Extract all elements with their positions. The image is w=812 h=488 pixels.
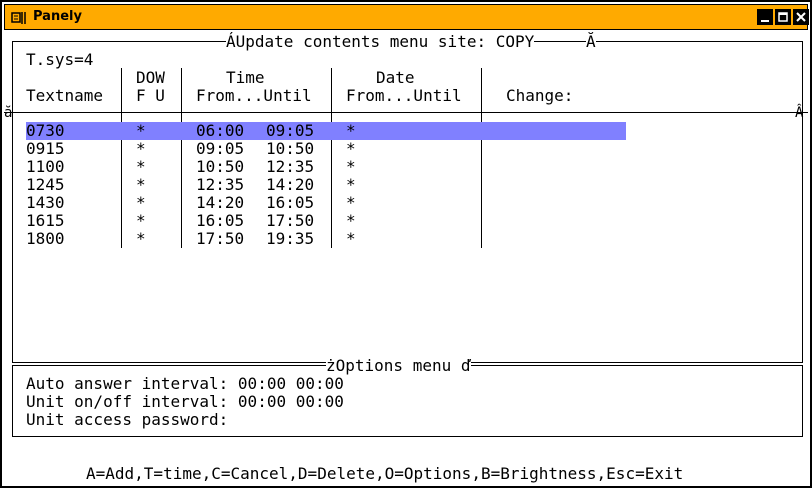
column-separator [121,68,122,248]
header-date-bottom: From...Until [346,86,462,105]
key-help-bar: A=Add,T=time,C=Cancel,D=Delete,O=Options… [86,464,684,483]
row-date: * [346,211,356,230]
row-time-until: 19:35 [266,229,315,248]
close-button[interactable] [793,9,809,25]
row-textname: 0915 [26,139,65,158]
side-marker-right: Â [795,105,804,121]
row-textname: 1800 [26,229,65,248]
frame-title: ÁUpdate contents menu site: COPY [226,32,535,51]
title-bar[interactable]: Panely [4,4,809,30]
row-time-from: 16:05 [196,211,245,230]
row-textname: 0730 [26,121,65,140]
row-time-until: 10:50 [266,139,315,158]
header-dow-bottom: F U [136,86,165,105]
header-time-bottom: From...Until [196,86,312,105]
row-time-from: 09:05 [196,139,245,158]
header-textname: Textname [26,86,104,105]
row-date: * [346,175,356,194]
unit-onoff-interval[interactable]: Unit on/off interval: 00:00 00:00 [26,393,344,411]
row-date: * [346,157,356,176]
row-time-from: 14:20 [196,193,245,212]
column-separator [481,68,482,248]
minimize-button[interactable] [757,9,773,25]
selected-row-highlight [26,122,626,140]
row-dow: * [136,139,146,158]
row-time-from: 12:35 [196,175,245,194]
row-textname: 1430 [26,193,65,212]
row-textname: 1615 [26,211,65,230]
header-change: Change: [506,86,574,105]
frame-title-marker: Ă [586,32,596,51]
row-dow: * [136,157,146,176]
header-date-top: Date [376,68,415,87]
column-separator [331,68,332,248]
row-time-until: 17:50 [266,211,315,230]
row-date: * [346,121,356,140]
unit-access-password[interactable]: Unit access password: [26,411,228,429]
row-time-from: 10:50 [196,157,245,176]
header-divider [4,112,808,113]
row-date: * [346,139,356,158]
app-icon [11,10,27,24]
header-dow-top: DOW [136,68,165,87]
auto-answer-interval[interactable]: Auto answer interval: 00:00 00:00 [26,375,344,393]
row-time-until: 16:05 [266,193,315,212]
options-menu-title: żOptions menu ď [326,356,471,375]
row-time-until: 14:20 [266,175,315,194]
column-separator [181,68,182,248]
row-time-from: 06:00 [196,121,245,140]
row-date: * [346,229,356,248]
row-dow: * [136,229,146,248]
window-title: Panely [33,9,82,24]
row-time-until: 09:05 [266,121,315,140]
tsys-label: T.sys=4 [26,50,94,69]
row-time-from: 17:50 [196,229,245,248]
row-dow: * [136,211,146,230]
row-dow: * [136,175,146,194]
side-marker-left: ă [4,105,13,121]
row-textname: 1100 [26,157,65,176]
header-time-top: Time [226,68,265,87]
row-time-until: 12:35 [266,157,315,176]
row-textname: 1245 [26,175,65,194]
row-dow: * [136,121,146,140]
maximize-button[interactable] [775,9,791,25]
row-date: * [346,193,356,212]
row-dow: * [136,193,146,212]
